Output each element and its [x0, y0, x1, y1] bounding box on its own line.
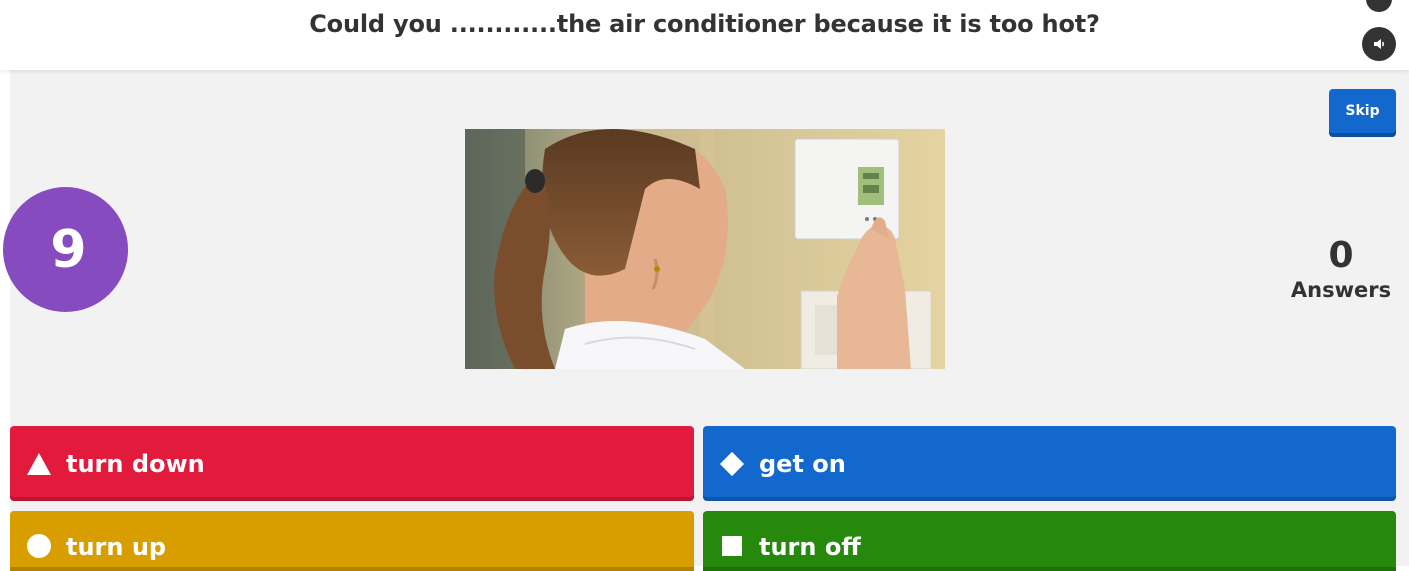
answers-counter: 0 Answers	[1280, 236, 1402, 304]
question-text: Could you ............the air conditione…	[309, 10, 1100, 38]
answer-label: turn off	[759, 533, 861, 561]
answer-turn-up[interactable]: turn up	[10, 511, 694, 571]
triangle-icon	[26, 451, 52, 477]
timer-value: 9	[50, 219, 87, 280]
answer-turn-off[interactable]: turn off	[703, 511, 1396, 571]
answer-label: get on	[759, 449, 846, 478]
countdown-timer: 9	[3, 187, 128, 312]
square-icon	[719, 533, 745, 559]
answers-count-value: 0	[1328, 235, 1354, 276]
answer-label: turn up	[66, 533, 167, 561]
question-image	[465, 129, 945, 369]
diamond-icon	[719, 451, 745, 477]
speaker-glyph-icon	[1374, 39, 1384, 49]
answers-count-label: Answers	[1290, 278, 1392, 302]
circle-icon	[26, 533, 52, 559]
answer-get-on[interactable]: get on	[703, 426, 1396, 501]
skip-button[interactable]: Skip	[1329, 89, 1396, 137]
speaker-icon[interactable]	[1362, 27, 1396, 61]
woman-thermostat-illustration	[465, 129, 945, 369]
question-bar: Could you ............the air conditione…	[0, 0, 1409, 70]
answer-turn-down[interactable]: turn down	[10, 426, 694, 501]
answer-label: turn down	[66, 449, 205, 478]
